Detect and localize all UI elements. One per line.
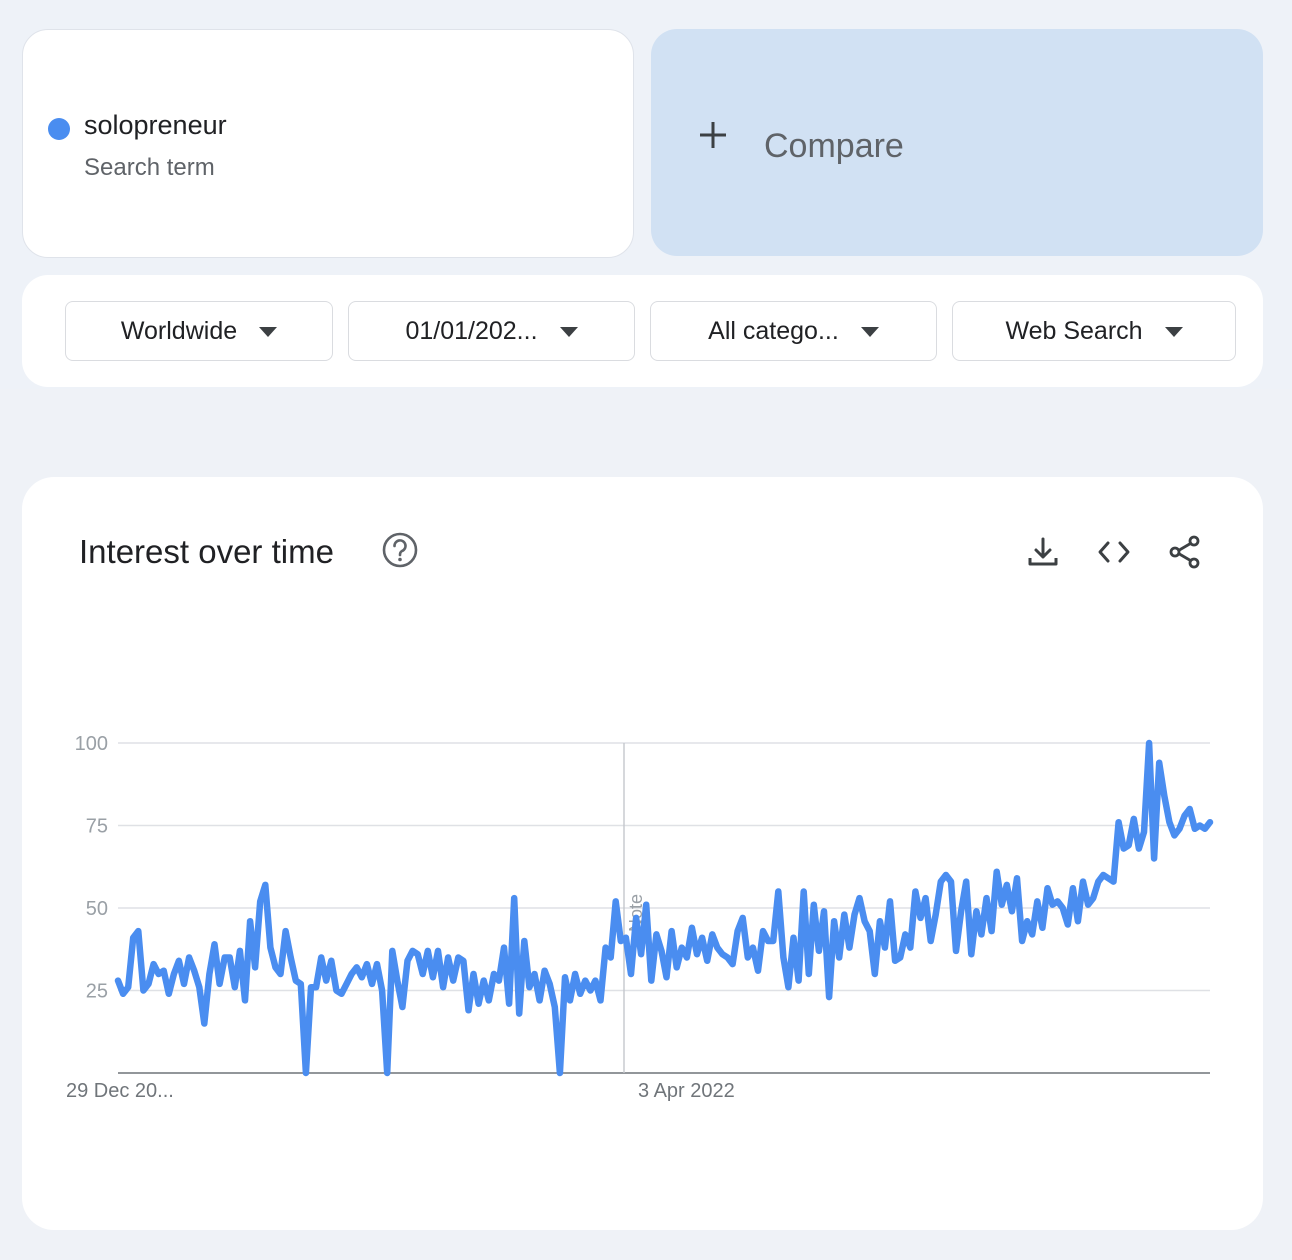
y-tick-label-25: 25 — [86, 981, 108, 1003]
series-color-dot — [48, 118, 70, 140]
search-type-filter-label: Web Search — [1005, 316, 1143, 345]
filter-bar: Worldwide 01/01/202... All catego... Web… — [22, 275, 1263, 387]
y-tick-label-100: 100 — [75, 733, 108, 755]
y-tick-label-50: 50 — [86, 898, 108, 920]
x-tick-label-start: 29 Dec 20... — [66, 1080, 174, 1102]
region-filter-dropdown[interactable]: Worldwide — [65, 301, 333, 361]
search-term-name[interactable]: solopreneur — [84, 110, 227, 141]
caret-down-icon — [259, 327, 278, 337]
category-filter-label: All catego... — [708, 316, 839, 345]
interest-over-time-card: Interest over time 25 50 75 100 Note 29 Dec… — [22, 477, 1263, 1230]
interest-line-chart: 255075100 Note 29 Dec 20... 3 Apr 2022 — [66, 733, 1214, 1102]
x-tick-label-mid: 3 Apr 2022 — [638, 1080, 735, 1102]
search-type-filter-dropdown[interactable]: Web Search — [952, 301, 1236, 361]
chart-y-axis: 25 50 75 100 — [75, 733, 108, 1003]
search-term-card[interactable]: solopreneur Search term — [22, 29, 634, 258]
compare-button[interactable]: Compare — [651, 29, 1263, 256]
search-term-type: Search term — [84, 154, 215, 181]
compare-label: Compare — [764, 127, 904, 165]
date-range-filter-dropdown[interactable]: 01/01/202... — [348, 301, 635, 361]
plus-icon — [700, 122, 726, 148]
category-filter-dropdown[interactable]: All catego... — [650, 301, 937, 361]
caret-down-icon — [559, 327, 578, 337]
y-tick-label-75: 75 — [86, 816, 108, 838]
caret-down-icon — [1164, 327, 1183, 337]
date-range-filter-label: 01/01/202... — [405, 316, 538, 345]
region-filter-label: Worldwide — [120, 316, 238, 345]
caret-down-icon — [860, 327, 879, 337]
